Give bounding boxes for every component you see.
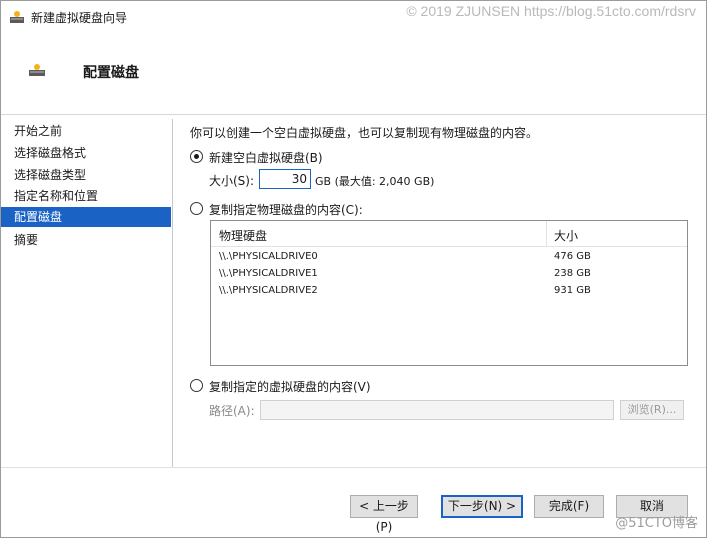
copy-physical-disk-radio[interactable] [190, 202, 203, 215]
size-label: 大小(S): [209, 174, 255, 188]
page-title: 配置磁盘 [83, 65, 139, 81]
copy-virtual-disk-label: 复制指定的虚拟硬盘的内容(V) [209, 380, 371, 394]
list-item[interactable]: \\.\PHYSICALDRIVE2 931 GB [211, 283, 687, 301]
column-header-size[interactable]: 大小 [554, 227, 578, 244]
sidebar-item-disk-type[interactable]: 选择磁盘类型 [1, 165, 171, 185]
disk-name: \\.\PHYSICALDRIVE2 [219, 285, 318, 296]
next-button[interactable]: 下一步(N) > [441, 495, 523, 518]
path-input[interactable] [260, 400, 614, 420]
wizard-steps-sidebar: 开始之前 选择磁盘格式 选择磁盘类型 指定名称和位置 配置磁盘 摘要 [1, 119, 173, 467]
list-item[interactable]: \\.\PHYSICALDRIVE1 238 GB [211, 266, 687, 284]
footer-divider [1, 467, 706, 468]
page-header: 配置磁盘 [1, 33, 706, 103]
main-panel: 你可以创建一个空白虚拟硬盘，也可以复制现有物理磁盘的内容。 新建空白虚拟硬盘(B… [173, 119, 706, 467]
list-item[interactable]: \\.\PHYSICALDRIVE0 476 GB [211, 249, 687, 267]
disk-size: 238 GB [554, 268, 591, 279]
title-bar: 新建虚拟硬盘向导 © 2019 ZJUNSEN https://blog.51c… [1, 1, 706, 33]
disk-size: 931 GB [554, 285, 591, 296]
disk-name: \\.\PHYSICALDRIVE1 [219, 268, 318, 279]
disk-name: \\.\PHYSICALDRIVE0 [219, 251, 318, 262]
path-label: 路径(A): [209, 404, 255, 418]
browse-button[interactable]: 浏览(R)... [620, 400, 684, 420]
disk-wizard-icon [29, 64, 45, 76]
size-unit-text: GB (最大值: 2,040 GB) [315, 175, 435, 188]
description-text: 你可以创建一个空白虚拟硬盘，也可以复制现有物理磁盘的内容。 [190, 126, 539, 140]
copyright-watermark: © 2019 ZJUNSEN https://blog.51cto.com/rd… [406, 3, 696, 19]
copy-virtual-disk-radio[interactable] [190, 379, 203, 392]
sidebar-item-configure-disk[interactable]: 配置磁盘 [1, 207, 171, 227]
site-watermark: @51CTO博客 [615, 516, 698, 531]
window-title: 新建虚拟硬盘向导 [31, 11, 128, 25]
column-header-physical-disk[interactable]: 物理硬盘 [219, 227, 267, 244]
sidebar-item-before-you-begin[interactable]: 开始之前 [1, 121, 171, 141]
column-separator[interactable] [546, 221, 547, 246]
physical-disk-list[interactable]: 物理硬盘 大小 \\.\PHYSICALDRIVE0 476 GB \\.\PH… [210, 220, 688, 366]
wizard-window: 新建虚拟硬盘向导 © 2019 ZJUNSEN https://blog.51c… [0, 0, 707, 538]
new-blank-disk-radio[interactable] [190, 150, 203, 163]
sidebar-item-name-location[interactable]: 指定名称和位置 [1, 186, 171, 206]
copy-physical-disk-label: 复制指定物理磁盘的内容(C): [209, 203, 363, 217]
sidebar-item-summary[interactable]: 摘要 [1, 230, 171, 250]
disk-size: 476 GB [554, 251, 591, 262]
new-blank-disk-label: 新建空白虚拟硬盘(B) [209, 151, 323, 165]
previous-button[interactable]: < 上一步(P) [350, 495, 418, 534]
finish-button[interactable]: 完成(F) [534, 495, 604, 518]
sidebar-item-disk-format[interactable]: 选择磁盘格式 [1, 143, 171, 163]
list-header: 物理硬盘 大小 [211, 221, 687, 247]
disk-wizard-icon [10, 11, 24, 23]
size-input[interactable]: 30 [259, 169, 311, 189]
header-divider [1, 114, 706, 115]
